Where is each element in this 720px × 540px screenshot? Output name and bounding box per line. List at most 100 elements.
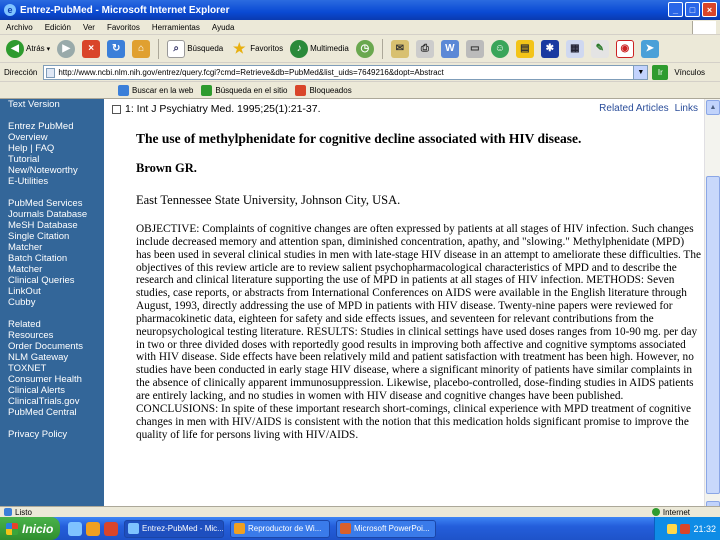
- tool-button-6[interactable]: ➤: [639, 38, 661, 60]
- chevron-down-icon: ▾: [46, 45, 51, 53]
- sidebar-item-journals[interactable]: Journals Database: [8, 209, 104, 220]
- sidebar-item-pubmed-central[interactable]: PubMed Central: [8, 407, 104, 418]
- toolbar: ◀ Atrás ▾ ▶ × ↻ ⌂ ⌕ Búsqueda ★ Favoritos…: [0, 35, 720, 63]
- windows-logo-icon: [6, 522, 18, 535]
- tray-icon[interactable]: [667, 523, 678, 534]
- chevron-down-icon[interactable]: ▼: [633, 65, 648, 79]
- start-button[interactable]: Inicio: [0, 517, 60, 540]
- menu-ver[interactable]: Ver: [83, 23, 95, 32]
- sidebar-item-linkout[interactable]: LinkOut: [8, 286, 104, 297]
- tool-button-2[interactable]: ✱: [539, 38, 561, 60]
- sidebar-item-e-utilities[interactable]: E-Utilities: [8, 176, 104, 187]
- page-loaded-icon: [4, 508, 12, 516]
- task-media-player[interactable]: Reproductor de Wi...: [230, 519, 330, 538]
- system-tray: 21:32: [654, 517, 720, 540]
- back-button[interactable]: ◀ Atrás ▾: [4, 38, 52, 60]
- select-checkbox[interactable]: [112, 104, 121, 114]
- sidebar-item-help[interactable]: Help | FAQ: [8, 143, 104, 154]
- forward-button[interactable]: ▶: [55, 38, 77, 60]
- menu-favoritos[interactable]: Favoritos: [107, 23, 140, 32]
- clock[interactable]: 21:32: [693, 524, 716, 534]
- address-bar: Dirección http://www.ncbi.nlm.nih.gov/en…: [0, 63, 720, 82]
- sidebar-item-text-version[interactable]: Text Version: [8, 99, 104, 110]
- edit-button[interactable]: W: [439, 38, 461, 60]
- multimedia-button[interactable]: ♪ Multimedia: [288, 38, 351, 60]
- refresh-button[interactable]: ↻: [105, 38, 127, 60]
- favorites-label: Favoritos: [250, 44, 284, 53]
- status-zone-text: Internet: [662, 507, 690, 517]
- sidebar-item-order-documents[interactable]: Order Documents: [8, 341, 104, 352]
- sidebar-item-matcher[interactable]: Matcher: [8, 264, 104, 275]
- toolbar-divider: [381, 38, 383, 59]
- go-button[interactable]: Ir: [652, 64, 669, 80]
- scroll-thumb[interactable]: [706, 176, 720, 494]
- internet-zone-icon: [651, 508, 660, 516]
- tool-button-3[interactable]: ▦: [564, 38, 586, 60]
- tool-button-5[interactable]: ◉: [614, 38, 636, 60]
- start-label: Inicio: [22, 521, 54, 536]
- print-button[interactable]: ⎙: [414, 38, 436, 60]
- menu-archivo[interactable]: Archivo: [6, 23, 33, 32]
- sidebar-item-overview[interactable]: Overview: [8, 132, 104, 143]
- menu-herramientas[interactable]: Herramientas: [152, 23, 200, 32]
- messenger-button[interactable]: ☺: [489, 38, 511, 60]
- sidebar-item-cubby[interactable]: Cubby: [8, 297, 104, 308]
- window-title: Entrez-PubMed - Microsoft Internet Explo…: [20, 4, 230, 16]
- related-articles-link[interactable]: Related Articles: [599, 103, 668, 114]
- favorites-button[interactable]: ★ Favoritos: [228, 38, 285, 60]
- search-button[interactable]: ⌕ Búsqueda: [165, 38, 225, 60]
- maximize-button[interactable]: □: [685, 2, 700, 17]
- tool-button-1[interactable]: ▤: [514, 38, 536, 60]
- mail-icon: ✉: [390, 39, 409, 58]
- links-link[interactable]: Links: [675, 103, 698, 114]
- sidebar-item-new-noteworthy[interactable]: New/Noteworthy: [8, 165, 104, 176]
- discuss-button[interactable]: ▭: [464, 38, 486, 60]
- arrow-icon: ➤: [640, 39, 659, 58]
- scroll-up-icon[interactable]: ▲: [706, 100, 720, 115]
- vertical-scrollbar[interactable]: ▲ ▼: [704, 99, 720, 517]
- search-site-label: Búsqueda en el sitio: [215, 85, 288, 95]
- sidebar-item-batch-citation[interactable]: Batch Citation: [8, 253, 104, 264]
- address-input[interactable]: http://www.ncbi.nlm.nih.gov/entrez/query…: [43, 64, 649, 80]
- search-web-button[interactable]: Buscar en la web: [118, 84, 193, 96]
- sidebar-item-privacy-policy[interactable]: Privacy Policy: [8, 429, 104, 440]
- history-button[interactable]: ◷: [354, 38, 376, 60]
- minimize-button[interactable]: _: [668, 2, 683, 17]
- close-button[interactable]: ×: [702, 2, 717, 17]
- home-button[interactable]: ⌂: [130, 38, 152, 60]
- sidebar-item-clinical-queries[interactable]: Clinical Queries: [8, 275, 104, 286]
- grid-icon: ▦: [565, 39, 584, 58]
- sidebar-item-single-citation[interactable]: Single Citation: [8, 231, 104, 242]
- tray-icon[interactable]: [680, 523, 691, 534]
- sidebar-heading-related: Related: [8, 319, 41, 330]
- sidebar-item-tutorial[interactable]: Tutorial: [8, 154, 104, 165]
- media-launch-icon[interactable]: [86, 521, 100, 536]
- edit-icon: W: [440, 39, 459, 58]
- task-powerpoint[interactable]: Microsoft PowerPoi...: [336, 519, 436, 538]
- links-button[interactable]: Vínculos: [674, 68, 705, 77]
- task-ie[interactable]: Entrez-PubMed - Mic...: [124, 519, 224, 538]
- taskbar: Inicio Entrez-PubMed - Mic... Reproducto…: [0, 517, 720, 540]
- popup-blocker-button[interactable]: Bloqueados: [295, 84, 352, 96]
- sidebar-item-matcher[interactable]: Matcher: [8, 242, 104, 253]
- popup-blocker-label: Bloqueados: [309, 85, 352, 95]
- sidebar-item-consumer-health[interactable]: Consumer Health: [8, 374, 104, 385]
- article-affiliation: East Tennessee State University, Johnson…: [136, 193, 401, 207]
- sidebar-item-mesh[interactable]: MeSH Database: [8, 220, 104, 231]
- sidebar-item-nlm-gateway[interactable]: NLM Gateway: [8, 352, 104, 363]
- menu-ayuda[interactable]: Ayuda: [212, 23, 235, 32]
- sidebar-item-clinical-alerts[interactable]: Clinical Alerts: [8, 385, 104, 396]
- search-site-button[interactable]: Búsqueda en el sitio: [201, 84, 288, 96]
- stop-button[interactable]: ×: [80, 38, 102, 60]
- menu-edicion[interactable]: Edición: [45, 23, 71, 32]
- sidebar-item-toxnet[interactable]: TOXNET: [8, 363, 104, 374]
- sidebar-item-clinicaltrials[interactable]: ClinicalTrials.gov: [8, 396, 104, 407]
- tool-button-4[interactable]: ✎: [589, 38, 611, 60]
- article-authors[interactable]: Brown GR.: [136, 161, 197, 176]
- app-launch-icon[interactable]: [104, 521, 118, 536]
- site-search-icon: [201, 84, 213, 96]
- mail-button[interactable]: ✉: [389, 38, 411, 60]
- ie-launch-icon[interactable]: [68, 521, 82, 536]
- search-icon: [118, 84, 129, 96]
- task-media-label: Reproductor de Wi...: [248, 524, 322, 533]
